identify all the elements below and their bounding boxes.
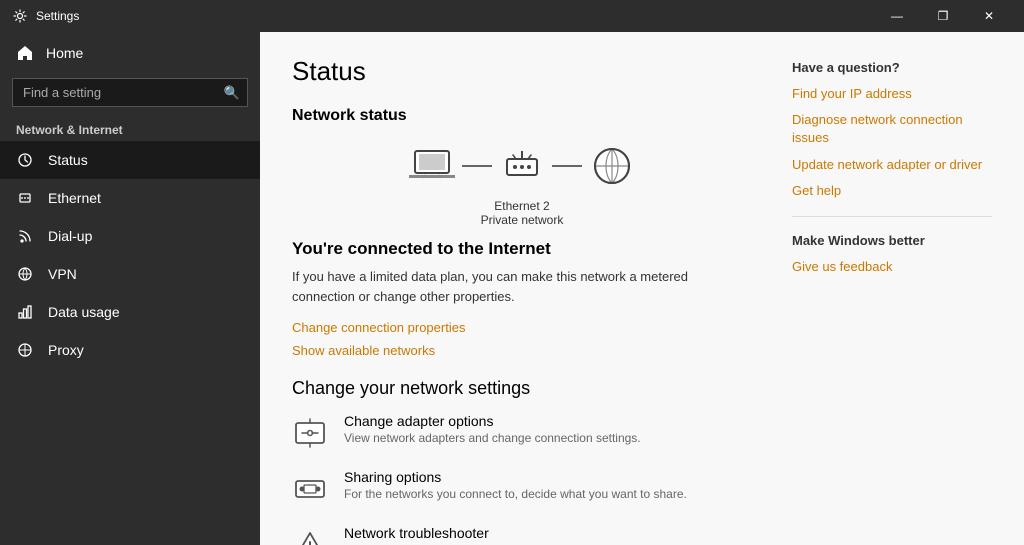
datausage-label: Data usage (48, 304, 120, 320)
have-question-title: Have a question? (792, 60, 992, 75)
get-help-link[interactable]: Get help (792, 182, 992, 200)
sidebar-item-proxy[interactable]: Proxy (0, 331, 260, 369)
home-icon (16, 44, 34, 62)
sidebar-item-datausage[interactable]: Data usage (0, 293, 260, 331)
sidebar-item-status[interactable]: Status (0, 141, 260, 179)
connected-title: You're connected to the Internet (292, 239, 752, 259)
sidebar-item-dialup[interactable]: Dial-up (0, 217, 260, 255)
titlebar: Settings — ❐ ✕ (0, 0, 1024, 32)
show-networks-link[interactable]: Show available networks (292, 343, 435, 358)
home-label: Home (46, 45, 83, 61)
adapter-text: Change adapter options View network adap… (344, 413, 641, 445)
sharing-desc: For the networks you connect to, decide … (344, 487, 687, 501)
feedback-link[interactable]: Give us feedback (792, 258, 992, 276)
troubleshooter-icon (292, 527, 328, 545)
main-layout: Home 🔍 Network & Internet Status (0, 32, 1024, 545)
sidebar-item-ethernet[interactable]: Ethernet (0, 179, 260, 217)
sidebar: Home 🔍 Network & Internet Status (0, 32, 260, 545)
page-title: Status (292, 56, 752, 87)
content-area: Status Network status (260, 32, 1024, 545)
connected-desc: If you have a limited data plan, you can… (292, 267, 752, 306)
ethernet-label: Ethernet (48, 190, 101, 206)
search-icon: 🔍 (224, 85, 240, 101)
change-settings-title: Change your network settings (292, 378, 752, 399)
sidebar-search[interactable]: 🔍 (12, 78, 248, 107)
troubleshooter-text: Network troubleshooter Diagnose and fix … (344, 525, 535, 545)
laptop-diagram-icon (402, 141, 462, 191)
right-panel: Have a question? Find your IP address Di… (792, 56, 992, 521)
minimize-button[interactable]: — (874, 0, 920, 32)
titlebar-controls: — ❐ ✕ (874, 0, 1012, 32)
router-diagram-icon (492, 141, 552, 191)
make-better-title: Make Windows better (792, 233, 992, 248)
maximize-button[interactable]: ❐ (920, 0, 966, 32)
status-icon (16, 151, 34, 169)
change-connection-link[interactable]: Change connection properties (292, 320, 465, 335)
network-status-title: Network status (292, 107, 752, 125)
datausage-icon (16, 303, 34, 321)
proxy-icon (16, 341, 34, 359)
content-main: Status Network status (292, 56, 752, 521)
ethernet-icon (16, 189, 34, 207)
sidebar-item-vpn[interactable]: VPN (0, 255, 260, 293)
settings-icon (12, 8, 28, 24)
vpn-icon (16, 265, 34, 283)
close-button[interactable]: ✕ (966, 0, 1012, 32)
proxy-label: Proxy (48, 342, 84, 358)
vpn-label: VPN (48, 266, 77, 282)
globe-diagram-icon (582, 141, 642, 191)
sharing-title: Sharing options (344, 469, 687, 485)
setting-item-sharing: Sharing options For the networks you con… (292, 469, 752, 507)
diagram-container (402, 141, 642, 191)
diagnose-link[interactable]: Diagnose network connection issues (792, 111, 992, 147)
network-diagram: Ethernet 2 Private network (292, 141, 752, 227)
update-driver-link[interactable]: Update network adapter or driver (792, 156, 992, 174)
titlebar-title: Settings (36, 9, 79, 23)
troubleshooter-title: Network troubleshooter (344, 525, 535, 541)
dialup-label: Dial-up (48, 228, 92, 244)
diagram-line-1 (462, 165, 492, 167)
diagram-line-2 (552, 165, 582, 167)
adapter-icon (292, 415, 328, 451)
search-input[interactable] (12, 78, 248, 107)
dialup-icon (16, 227, 34, 245)
titlebar-left: Settings (12, 8, 79, 24)
setting-item-troubleshooter: Network troubleshooter Diagnose and fix … (292, 525, 752, 545)
sharing-icon (292, 471, 328, 507)
diagram-label: Ethernet 2 Private network (481, 199, 564, 227)
sidebar-section-title: Network & Internet (0, 115, 260, 141)
setting-item-adapter: Change adapter options View network adap… (292, 413, 752, 451)
sidebar-item-home[interactable]: Home (0, 32, 260, 74)
status-label: Status (48, 152, 88, 168)
sharing-text: Sharing options For the networks you con… (344, 469, 687, 501)
adapter-desc: View network adapters and change connect… (344, 431, 641, 445)
right-divider (792, 216, 992, 217)
find-ip-link[interactable]: Find your IP address (792, 85, 992, 103)
adapter-title: Change adapter options (344, 413, 641, 429)
